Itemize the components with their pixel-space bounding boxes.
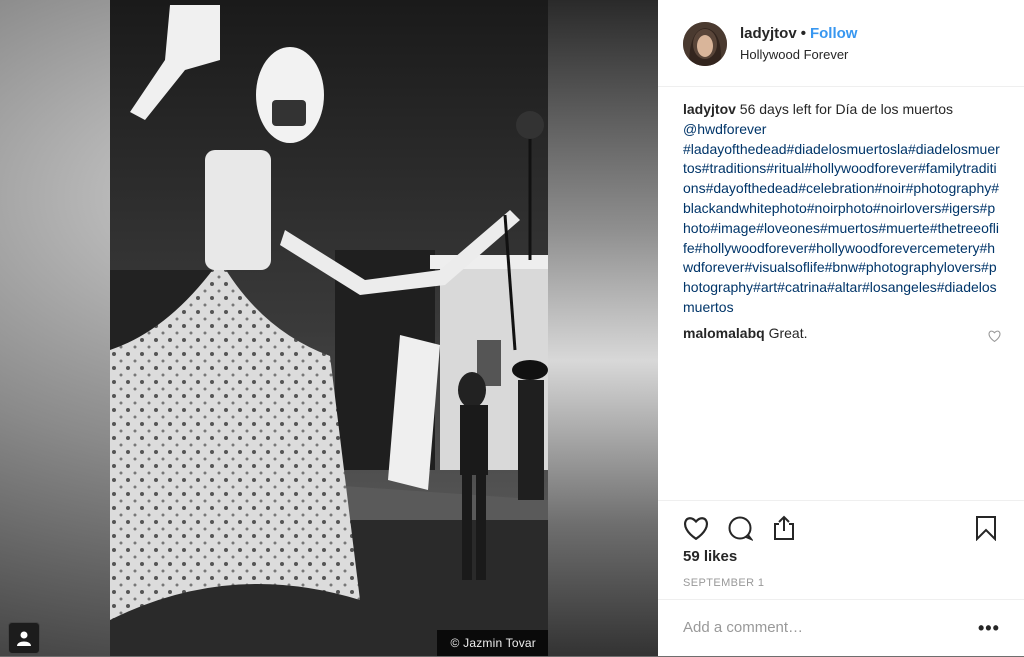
action-bar	[658, 500, 1024, 541]
caption-username[interactable]: ladyjtov	[683, 101, 736, 117]
user-icon	[17, 631, 31, 646]
follow-button[interactable]: Follow	[810, 25, 858, 42]
post-photo: © Jazmin Tovar	[110, 0, 548, 656]
likes-count[interactable]: 59 likes	[683, 548, 737, 565]
separator-dot: •	[800, 25, 806, 42]
post-header: ladyjtov • Follow Hollywood Forever	[658, 0, 1024, 87]
more-options-button[interactable]: •••	[978, 618, 1000, 639]
add-comment-input[interactable]: Add a comment…	[683, 619, 803, 636]
location-link[interactable]: Hollywood Forever	[740, 47, 848, 62]
comment-like-heart-icon[interactable]	[988, 328, 1001, 348]
post-date: SEPTEMBER 1	[683, 577, 765, 589]
comment-username[interactable]: malomalabq	[683, 325, 765, 341]
avatar-image	[683, 22, 727, 66]
share-icon[interactable]	[769, 513, 799, 543]
blurred-backdrop-strip	[548, 0, 658, 656]
caption-hashtags[interactable]: #ladayofthedead#diadelosmuertosla#diadel…	[683, 141, 1000, 315]
caption-text: 56 days left for Día de los muertos	[739, 101, 954, 117]
avatar[interactable]	[683, 22, 727, 66]
bookmark-icon[interactable]	[971, 513, 1001, 543]
add-comment-bar: Add a comment… •••	[658, 599, 1024, 657]
comment-item: malomalabq Great.	[683, 324, 1001, 344]
photo-credit: © Jazmin Tovar	[436, 630, 548, 656]
comments-section: ladyjtov 56 days left for Día de los mue…	[683, 100, 1001, 344]
photo-illustration	[110, 0, 548, 656]
post-side-panel: ladyjtov • Follow Hollywood Forever ladyjt…	[658, 0, 1024, 656]
caption: ladyjtov 56 days left for Día de los mue…	[683, 100, 1001, 318]
heart-icon[interactable]	[681, 513, 711, 543]
header-username[interactable]: ladyjtov	[740, 25, 797, 42]
comment-icon[interactable]	[725, 513, 755, 543]
profile-corner-button[interactable]	[8, 622, 40, 654]
caption-mention[interactable]: @hwdforever	[683, 121, 766, 137]
comment-text: Great.	[768, 324, 808, 341]
